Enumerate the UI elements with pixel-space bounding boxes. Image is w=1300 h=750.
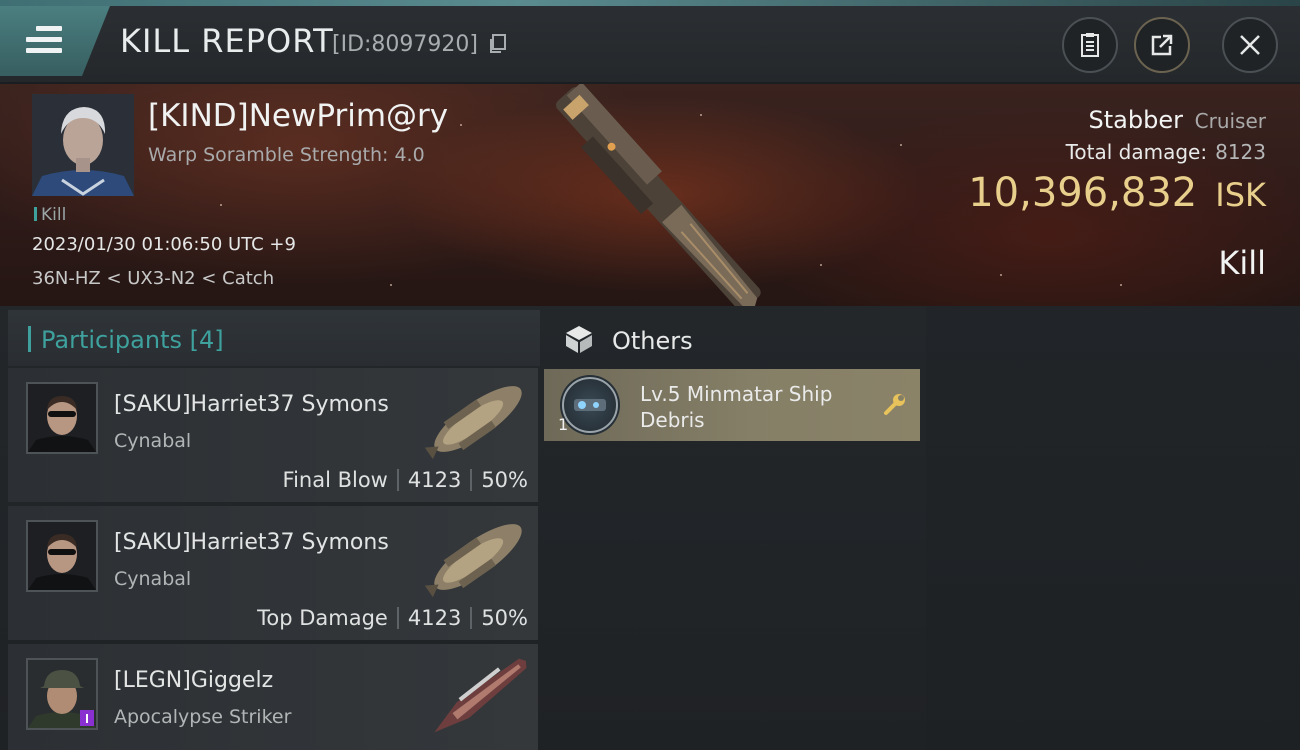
debris-name: Lv.5 Minmatar Ship Debris [640, 382, 833, 432]
participant-damage: 4123 [407, 606, 462, 630]
participant-stats: Final Blow 4123 50% [283, 468, 528, 492]
close-button[interactable] [1222, 17, 1278, 73]
ship-name[interactable]: Stabber [1089, 106, 1183, 134]
others-header: Others [546, 310, 926, 368]
others-label: Others [612, 327, 693, 355]
debris-icon [560, 375, 620, 435]
page-title: KILL REPORT [120, 22, 334, 60]
victim-ship: Stabber Cruiser [1089, 106, 1266, 134]
debris-item[interactable]: 1 Lv.5 Minmatar Ship Debris [544, 369, 920, 441]
report-id: [ID:8097920] [332, 32, 478, 57]
participant-stats: Top Damage 4123 50% [257, 606, 528, 630]
participant-avatar [26, 520, 98, 592]
kill-datetime: 2023/01/30 01:06:50 UTC +9 [32, 234, 296, 255]
participants-header: Participants [4] [8, 310, 540, 366]
share-button[interactable] [1134, 17, 1190, 73]
participant-tag: Final Blow [282, 468, 388, 492]
participant-row[interactable]: [LEGN]Giggelz Apocalypse Striker [8, 644, 538, 750]
external-link-icon [1151, 34, 1173, 56]
empty-panel [926, 306, 1300, 750]
box-icon [566, 326, 592, 353]
report-button[interactable] [1062, 17, 1118, 73]
participant-ship: Cynabal [114, 568, 192, 590]
debris-quantity: 1 [558, 415, 569, 434]
participant-name[interactable]: [SAKU]Harriet37 Symons [114, 392, 389, 417]
kill-result: Kill [1218, 244, 1266, 282]
close-icon [1240, 35, 1260, 55]
kill-tag: Kill [34, 205, 66, 225]
total-damage: Total damage: 8123 [1065, 140, 1266, 164]
participant-name[interactable]: [SAKU]Harriet37 Symons [114, 530, 389, 555]
victim-ship-image [555, 84, 761, 306]
participant-tag: Top Damage [257, 606, 388, 630]
hamburger-icon [26, 26, 62, 56]
participant-row[interactable]: [SAKU]Harriet37 Symons Cynabal Final Blo… [8, 368, 538, 502]
participant-ship: Cynabal [114, 430, 192, 452]
participant-damage: 4123 [407, 468, 462, 492]
isk-value: 10,396,832 ISK [968, 170, 1266, 216]
victim-avatar[interactable] [32, 94, 134, 196]
participant-ship: Apocalypse Striker [114, 706, 292, 728]
participant-avatar [26, 658, 98, 730]
victim-pilot-name[interactable]: [KIND]NewPrim@ry [148, 98, 448, 134]
participants-label: Participants [41, 326, 182, 354]
victim-panel: [KIND]NewPrim@ry Warp Soramble Strength:… [0, 84, 1300, 306]
clipboard-icon [1081, 33, 1099, 57]
participant-percent: 50% [481, 468, 528, 492]
participant-ship-image [434, 658, 527, 733]
wrench-icon[interactable] [882, 393, 908, 417]
participant-ship-image [424, 386, 522, 460]
participant-row[interactable]: [SAKU]Harriet37 Symons Cynabal Top Damag… [8, 506, 538, 640]
scramble-strength: Warp Soramble Strength: 4.0 [148, 144, 425, 166]
ship-class: Cruiser [1194, 109, 1266, 133]
copy-icon[interactable] [489, 34, 507, 54]
participant-avatar [26, 382, 98, 454]
participant-ship-image [424, 524, 522, 598]
participant-percent: 50% [481, 606, 528, 630]
participants-count: [4] [189, 326, 224, 354]
participant-name[interactable]: [LEGN]Giggelz [114, 668, 273, 693]
kill-location: 36N-HZ < UX3-N2 < Catch [32, 268, 275, 289]
